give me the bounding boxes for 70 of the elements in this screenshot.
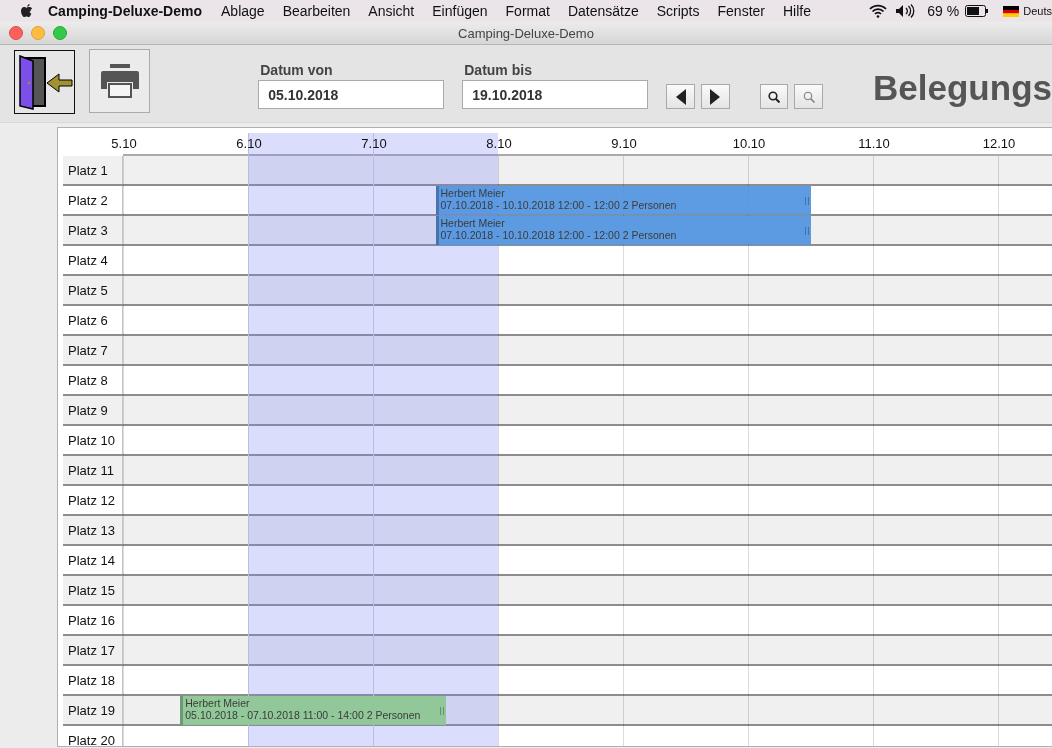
pitch-label: Platz 1 [63, 156, 123, 184]
pitch-label: Platz 4 [63, 246, 123, 274]
pitch-label: Platz 6 [63, 306, 123, 334]
triangle-left-icon [675, 88, 686, 105]
menu-item[interactable]: Datensätze [558, 3, 648, 19]
pitch-label: Platz 5 [63, 276, 123, 304]
pitch-label: Platz 16 [63, 606, 123, 634]
pitch-label: Platz 12 [63, 486, 123, 514]
wifi-icon[interactable] [869, 4, 888, 18]
app-name[interactable]: Camping-Deluxe-Demo [48, 3, 203, 19]
field-label: Datum von [260, 62, 334, 80]
booking-bar[interactable]: Herbert Meier 07.10.2018 - 10.10.2018 12:00 - 12:00 2 Personen [435, 216, 811, 245]
search-icon [802, 90, 815, 103]
day-label: 5.10 [111, 136, 137, 151]
menu-item[interactable]: Scripts [647, 3, 709, 19]
date-field[interactable]: 05.10.2018 [258, 80, 445, 109]
volume-icon[interactable] [895, 4, 916, 18]
pitch-label: Platz 3 [63, 216, 123, 244]
battery-icon[interactable] [965, 5, 990, 17]
menu-item[interactable]: Ansicht [359, 3, 424, 19]
pitch-label: Platz 2 [63, 186, 123, 214]
input-language[interactable]: Deuts [1023, 5, 1052, 17]
resize-handle-icon [439, 707, 444, 715]
flag-icon [1003, 5, 1020, 17]
booking-bar[interactable]: Herbert Meier 05.10.2018 - 07.10.2018 11:00 - 14:00 2 Personen [180, 696, 446, 725]
pitch-label: Platz 11 [63, 456, 123, 484]
day-label: 6.10 [236, 136, 262, 151]
door-exit-icon [16, 53, 73, 111]
day-label: 11.10 [858, 136, 890, 151]
print-button[interactable] [89, 49, 151, 113]
day-label: 10.10 [732, 136, 766, 151]
pitch-label: Platz 20 [63, 726, 123, 746]
zoom-out-button[interactable] [794, 84, 824, 109]
close-button[interactable] [9, 26, 23, 40]
menu-item[interactable]: Hilfe [774, 3, 820, 19]
page-heading: Belegungs [873, 68, 1052, 108]
battery-percentage: 69 % [927, 3, 960, 19]
pitch-label: Platz 17 [63, 636, 123, 664]
pitch-label: Platz 13 [63, 516, 123, 544]
day-label: 8.10 [486, 136, 512, 151]
resize-handle-icon [804, 197, 809, 205]
pitch-label: Platz 19 [63, 696, 123, 724]
pitch-label: Platz 8 [63, 366, 123, 394]
apple-logo-icon [20, 3, 34, 19]
zoom-in-button[interactable] [759, 84, 789, 109]
menu-item[interactable]: Bearbeiten [273, 3, 360, 19]
menu-item[interactable]: Ablage [212, 3, 274, 19]
pitch-label: Platz 7 [63, 336, 123, 364]
booking-bar[interactable]: Herbert Meier 07.10.2018 - 10.10.2018 12:00 - 12:00 2 Personen [435, 186, 811, 215]
day-label: 9.10 [611, 136, 637, 151]
pitch-label: Platz 9 [63, 396, 123, 424]
field-label: Datum bis [464, 62, 533, 80]
menu-item[interactable]: Fenster [708, 3, 774, 19]
window-title: Camping-Deluxe-Demo [458, 25, 594, 41]
search-icon [768, 90, 780, 103]
menu-item[interactable]: Format [496, 3, 559, 19]
pitch-label: Platz 15 [63, 576, 123, 604]
pitch-label: Platz 14 [63, 546, 123, 574]
menu-item[interactable]: Einfügen [423, 3, 497, 19]
previous-button[interactable] [666, 84, 695, 109]
printer-icon [100, 64, 139, 98]
triangle-right-icon [710, 88, 721, 105]
day-label: 7.10 [361, 136, 387, 151]
exit-button[interactable] [14, 50, 76, 114]
next-button[interactable] [700, 84, 730, 109]
pitch-label: Platz 18 [63, 666, 123, 694]
day-label: 12.10 [982, 136, 1016, 151]
resize-handle-icon [804, 227, 809, 235]
pitch-label: Platz 10 [63, 426, 123, 454]
date-field[interactable]: 19.10.2018 [462, 80, 649, 109]
